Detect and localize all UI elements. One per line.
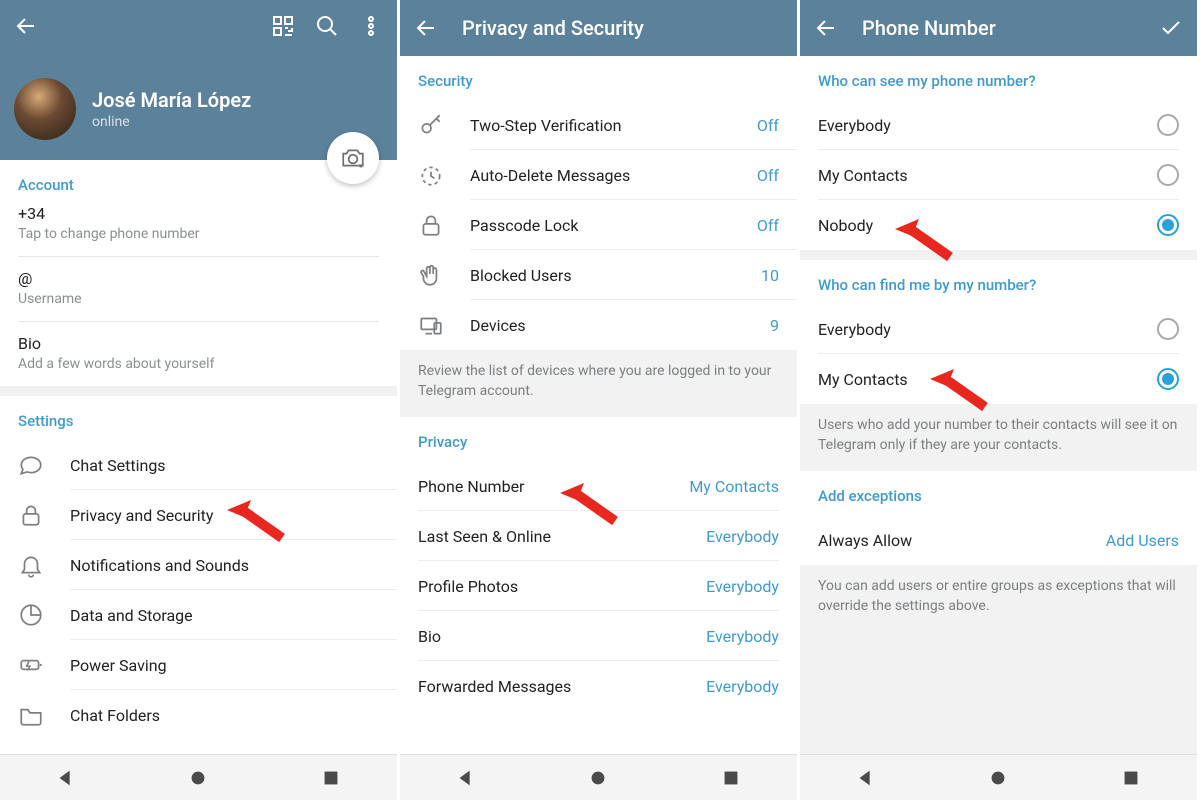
screen2-header: Privacy and Security bbox=[400, 0, 797, 56]
settings-screen: José María López online Account +34 Tap … bbox=[0, 0, 400, 800]
settings-power[interactable]: Power Saving bbox=[0, 640, 397, 690]
lock-icon bbox=[18, 502, 44, 528]
exceptions-note: You can add users or entire groups as ex… bbox=[800, 565, 1197, 754]
settings-data[interactable]: Data and Storage bbox=[0, 590, 397, 640]
radio[interactable] bbox=[1157, 318, 1179, 340]
screen3-title: Phone Number bbox=[862, 16, 1159, 40]
exceptions-header: Add exceptions bbox=[800, 471, 1197, 515]
q1-header: Who can see my phone number? bbox=[800, 56, 1197, 100]
camera-button[interactable] bbox=[327, 132, 379, 184]
android-navbar bbox=[0, 754, 397, 800]
screen2-title: Privacy and Security bbox=[462, 16, 783, 40]
battery-icon bbox=[18, 652, 44, 678]
devices-note: Review the list of devices where you are… bbox=[400, 350, 797, 417]
key-icon bbox=[418, 112, 444, 138]
android-navbar bbox=[800, 754, 1197, 800]
nav-home-icon[interactable] bbox=[987, 767, 1009, 789]
radio[interactable] bbox=[1157, 114, 1179, 136]
nav-back-icon[interactable] bbox=[55, 767, 77, 789]
bio-row[interactable]: Bio Add a few words about yourself bbox=[0, 322, 397, 386]
q1-mycontacts[interactable]: My Contacts bbox=[800, 150, 1197, 200]
last-seen-row[interactable]: Last Seen & Online Everybody bbox=[400, 511, 797, 561]
passcode-row[interactable]: Passcode Lock Off bbox=[400, 200, 797, 250]
q1-nobody[interactable]: Nobody bbox=[800, 200, 1197, 250]
bio-privacy-row[interactable]: Bio Everybody bbox=[400, 611, 797, 661]
bell-icon bbox=[18, 552, 44, 578]
radio[interactable] bbox=[1157, 368, 1179, 390]
settings-notifications[interactable]: Notifications and Sounds bbox=[0, 540, 397, 590]
q2-everybody[interactable]: Everybody bbox=[800, 304, 1197, 354]
q2-mycontacts[interactable]: My Contacts bbox=[800, 354, 1197, 404]
privacy-header: Privacy bbox=[400, 417, 797, 461]
two-step-row[interactable]: Two-Step Verification Off bbox=[400, 100, 797, 150]
forwarded-row[interactable]: Forwarded Messages Everybody bbox=[400, 661, 797, 711]
auto-delete-row[interactable]: Auto-Delete Messages Off bbox=[400, 150, 797, 200]
search-icon[interactable] bbox=[315, 14, 339, 38]
q2-note: Users who add your number to their conta… bbox=[800, 404, 1197, 471]
hand-icon bbox=[418, 262, 444, 288]
android-navbar bbox=[400, 754, 797, 800]
q1-everybody[interactable]: Everybody bbox=[800, 100, 1197, 150]
phone-row[interactable]: +34 Tap to change phone number bbox=[0, 204, 397, 256]
screen3-header: Phone Number bbox=[800, 0, 1197, 56]
blocked-users-row[interactable]: Blocked Users 10 bbox=[400, 250, 797, 300]
phone-number-row[interactable]: Phone Number My Contacts bbox=[400, 461, 797, 511]
back-icon[interactable] bbox=[414, 16, 438, 40]
settings-privacy[interactable]: Privacy and Security bbox=[0, 490, 397, 540]
chat-icon bbox=[18, 452, 44, 478]
q2-header: Who can find me by my number? bbox=[800, 260, 1197, 304]
profile-name: José María López bbox=[92, 88, 251, 112]
username-row[interactable]: @ Username bbox=[0, 257, 397, 321]
avatar[interactable] bbox=[14, 78, 76, 140]
settings-header: Settings bbox=[0, 396, 397, 440]
nav-recent-icon[interactable] bbox=[1120, 767, 1142, 789]
timer-icon bbox=[418, 162, 444, 188]
always-allow-row[interactable]: Always Allow Add Users bbox=[800, 515, 1197, 565]
nav-home-icon[interactable] bbox=[587, 767, 609, 789]
more-icon[interactable] bbox=[359, 14, 383, 38]
nav-recent-icon[interactable] bbox=[720, 767, 742, 789]
folder-icon bbox=[18, 702, 44, 728]
qr-icon[interactable] bbox=[271, 14, 295, 38]
devices-icon bbox=[418, 312, 444, 338]
privacy-security-screen: Privacy and Security Security Two-Step V… bbox=[400, 0, 800, 800]
security-header: Security bbox=[400, 56, 797, 100]
profile-status: online bbox=[92, 114, 251, 130]
profile-photos-row[interactable]: Profile Photos Everybody bbox=[400, 561, 797, 611]
devices-row[interactable]: Devices 9 bbox=[400, 300, 797, 350]
back-icon[interactable] bbox=[14, 14, 38, 38]
nav-recent-icon[interactable] bbox=[320, 767, 342, 789]
settings-chat[interactable]: Chat Settings bbox=[0, 440, 397, 490]
radio[interactable] bbox=[1157, 164, 1179, 186]
nav-back-icon[interactable] bbox=[855, 767, 877, 789]
lock-icon bbox=[418, 212, 444, 238]
back-icon[interactable] bbox=[814, 16, 838, 40]
check-icon[interactable] bbox=[1159, 16, 1183, 40]
nav-back-icon[interactable] bbox=[455, 767, 477, 789]
phone-number-screen: Phone Number Who can see my phone number… bbox=[800, 0, 1200, 800]
nav-home-icon[interactable] bbox=[187, 767, 209, 789]
pie-icon bbox=[18, 602, 44, 628]
settings-folders[interactable]: Chat Folders bbox=[0, 690, 397, 740]
profile-header: José María López online bbox=[0, 0, 397, 160]
radio[interactable] bbox=[1157, 214, 1179, 236]
